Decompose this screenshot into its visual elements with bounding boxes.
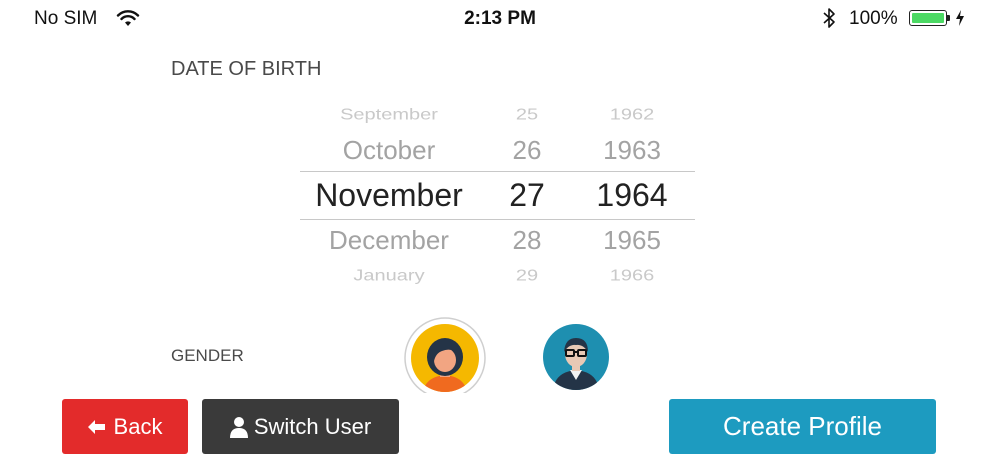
picker-selection-top-line [300, 171, 695, 172]
picker-day[interactable]: 29 [478, 260, 576, 291]
battery-icon [909, 10, 947, 26]
dob-label: DATE OF BIRTH [171, 58, 322, 80]
date-picker[interactable]: September 25 1962 October 26 1963 Novemb… [300, 100, 695, 288]
create-profile-button[interactable]: Create Profile [669, 399, 936, 454]
switch-user-button[interactable]: Switch User [202, 399, 399, 454]
picker-day-selected[interactable]: 27 [478, 175, 576, 215]
create-profile-button-label: Create Profile [723, 411, 882, 441]
picker-year[interactable]: 1962 [576, 99, 688, 130]
picker-row-selected[interactable]: November 27 1964 [300, 175, 695, 215]
picker-month[interactable]: December [300, 220, 478, 260]
arrow-left-icon [87, 419, 106, 434]
picker-month[interactable]: January [300, 260, 478, 291]
gender-label: GENDER [171, 346, 244, 365]
battery-fill [912, 13, 944, 23]
switch-user-button-label: Switch User [253, 413, 372, 439]
male-avatar-icon[interactable] [543, 324, 609, 390]
status-bar: No SIM 2:13 PM 100% [0, 0, 1000, 36]
picker-row[interactable]: December 28 1965 [300, 220, 695, 260]
picker-month[interactable]: September [300, 99, 478, 130]
picker-day[interactable]: 28 [478, 220, 576, 260]
back-button[interactable]: Back [62, 399, 188, 454]
picker-month-selected[interactable]: November [300, 175, 478, 215]
picker-day[interactable]: 26 [478, 130, 576, 170]
back-button-label: Back [113, 413, 163, 439]
user-icon [229, 416, 248, 438]
picker-day[interactable]: 25 [478, 99, 576, 130]
picker-year-selected[interactable]: 1964 [576, 175, 688, 215]
picker-year[interactable]: 1966 [576, 260, 688, 291]
bluetooth-icon [822, 7, 836, 34]
female-avatar-icon[interactable] [404, 317, 486, 393]
picker-row[interactable]: October 26 1963 [300, 130, 695, 170]
picker-month[interactable]: October [300, 130, 478, 170]
charging-icon [955, 9, 965, 32]
picker-row[interactable]: January 29 1966 [300, 260, 695, 291]
battery-percent: 100% [849, 8, 898, 29]
battery-tip [947, 15, 950, 21]
picker-year[interactable]: 1965 [576, 220, 688, 260]
picker-row[interactable]: September 25 1962 [300, 99, 695, 130]
picker-year[interactable]: 1963 [576, 130, 688, 170]
